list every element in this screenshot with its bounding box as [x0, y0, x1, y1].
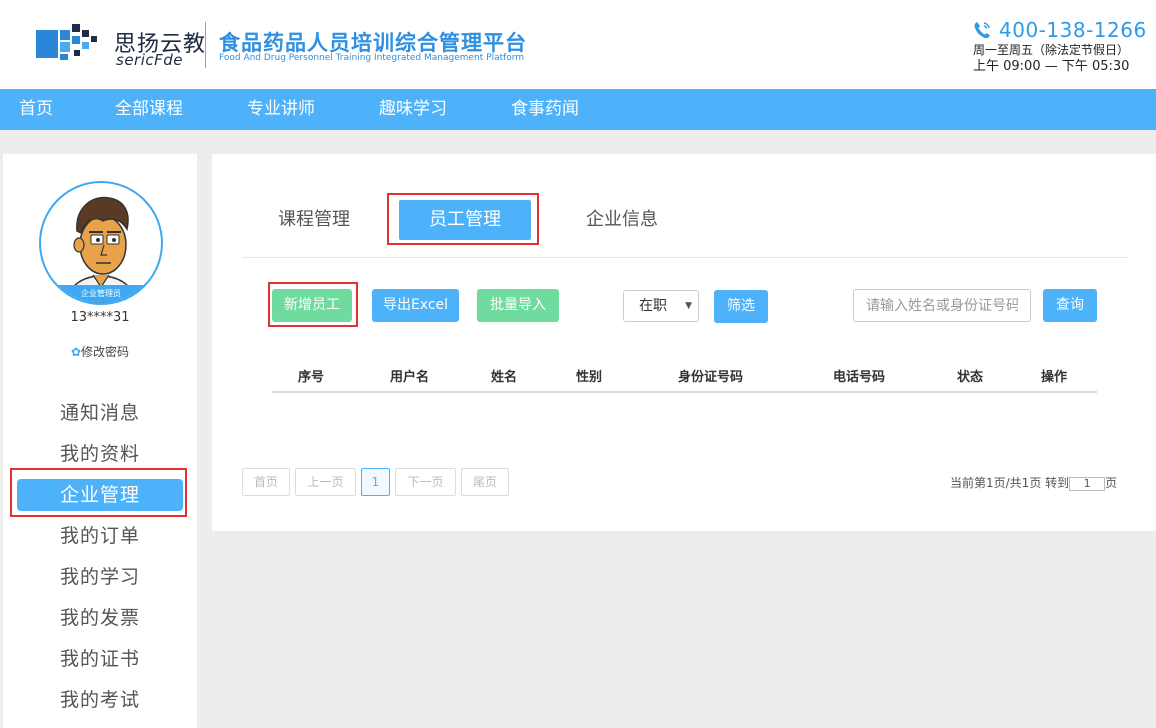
query-button[interactable]: 查询 [1043, 289, 1097, 322]
site-header: 思扬云教 sericFde 食品药品人员培训综合管理平台 Food And Dr… [0, 0, 1156, 89]
caret-down-icon: ▼ [685, 301, 692, 311]
main-nav: 首页 全部课程 专业讲师 趣味学习 食事药闻 [0, 89, 1156, 130]
avatar-role-badge: 企业管理员 [41, 285, 161, 303]
page-number-button[interactable]: 1 [361, 468, 390, 496]
column-header-index: 序号 [298, 370, 325, 385]
batch-import-button[interactable]: 批量导入 [477, 289, 559, 322]
nav-item-all-courses[interactable]: 全部课程 [115, 89, 183, 130]
nav-item-news[interactable]: 食事药闻 [511, 89, 579, 130]
hotline-number: 400-138-1266 [999, 18, 1147, 42]
change-password-label: 修改密码 [81, 345, 130, 359]
change-password-link[interactable]: ✿修改密码 [3, 343, 197, 360]
logo-divider [205, 22, 206, 68]
last-page-button[interactable]: 尾页 [461, 468, 509, 496]
highlight-box-tab [387, 193, 539, 245]
status-select[interactable]: 在职 ▼ [623, 290, 699, 322]
sidebar-item-certificates[interactable]: 我的证书 [17, 643, 183, 675]
nav-item-lecturers[interactable]: 专业讲师 [247, 89, 315, 130]
sidebar-item-exams[interactable]: 我的考试 [17, 684, 183, 716]
column-header-status: 状态 [957, 370, 984, 385]
page-jump-input[interactable]: 1 [1069, 476, 1106, 491]
platform-subtitle: Food And Drug Personnel Training Integra… [219, 53, 525, 63]
tab-course-management[interactable]: 课程管理 [264, 200, 364, 240]
tab-divider [242, 257, 1127, 258]
sidebar: 企业管理员 13****31 ✿修改密码 通知消息 我的资料 企业管理 我的订单… [3, 154, 197, 728]
phone-icon [974, 22, 990, 39]
table-header-divider [272, 391, 1097, 393]
pagination-info-text: 当前第1页/共1页 转到 [950, 476, 1070, 490]
column-header-phone: 电话号码 [833, 370, 886, 385]
avatar[interactable]: 企业管理员 [39, 181, 163, 305]
tab-enterprise-info[interactable]: 企业信息 [572, 200, 672, 240]
filter-button[interactable]: 筛选 [714, 290, 768, 323]
prev-page-button[interactable]: 上一页 [295, 468, 356, 496]
highlight-box-add-button [268, 282, 358, 327]
column-header-actions: 操作 [1041, 370, 1068, 385]
pagination-suffix: 页 [1105, 476, 1118, 490]
nav-item-fun-learning[interactable]: 趣味学习 [379, 89, 447, 130]
sidebar-item-learning[interactable]: 我的学习 [17, 561, 183, 593]
sidebar-item-invoices[interactable]: 我的发票 [17, 602, 183, 634]
sidebar-item-notifications[interactable]: 通知消息 [17, 397, 183, 429]
highlight-box-sidebar [10, 468, 187, 517]
pagination-info: 当前第1页/共1页 转到 1 页 [950, 474, 1117, 491]
main-panel: 课程管理 员工管理 企业信息 新增员工 导出Excel 批量导入 在职 ▼ 筛选 … [212, 154, 1156, 531]
column-header-id-number: 身份证号码 [678, 370, 744, 385]
search-input[interactable] [853, 289, 1031, 322]
sidebar-item-profile[interactable]: 我的资料 [17, 438, 183, 470]
export-excel-button[interactable]: 导出Excel [372, 289, 459, 322]
gear-icon: ✿ [70, 345, 82, 359]
status-select-value: 在职 [639, 298, 667, 314]
column-header-gender: 性别 [576, 370, 603, 385]
brand-english-name: sericFde [116, 51, 184, 69]
next-page-button[interactable]: 下一页 [395, 468, 456, 496]
service-hours: 上午 09:00 — 下午 05:30 [973, 59, 1130, 74]
column-header-name: 姓名 [491, 370, 518, 385]
logo-icon[interactable] [36, 22, 108, 66]
sidebar-item-orders[interactable]: 我的订单 [17, 520, 183, 552]
nav-item-home[interactable]: 首页 [19, 89, 53, 130]
column-header-username: 用户名 [390, 370, 430, 385]
account-number: 13****31 [70, 310, 130, 325]
first-page-button[interactable]: 首页 [242, 468, 290, 496]
